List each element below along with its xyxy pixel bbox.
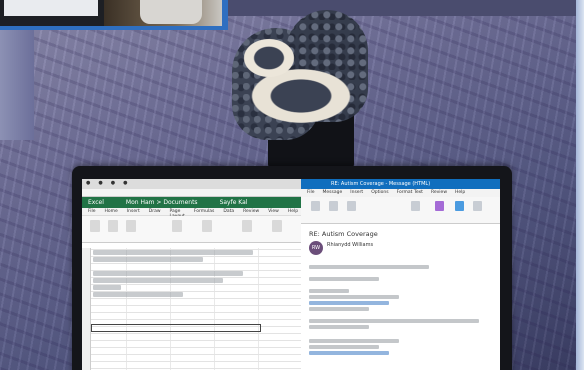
outlook-message-window: RE: Autism Coverage - Message (HTML) Fil… — [301, 179, 500, 370]
tab: ● — [98, 180, 103, 186]
paste-icon — [90, 220, 100, 232]
email-body-line — [309, 307, 369, 311]
email-body-line — [309, 295, 399, 299]
menu-item: Insert — [126, 209, 140, 214]
ribbon-icon — [108, 220, 118, 232]
email-body-line — [309, 319, 479, 323]
background-monitor-screen — [4, 0, 98, 16]
email-subject: RE: Autism Coverage — [309, 230, 378, 238]
forward-icon — [347, 201, 356, 211]
excel-title-bar: Excel Mon Ham > Documents Sayfe Kal — [82, 197, 301, 208]
cell-text — [93, 285, 121, 290]
sender-name: Rhianydd Williams — [327, 242, 374, 248]
email-body-line — [309, 277, 379, 281]
menu-item: View — [268, 209, 279, 214]
reply-icon — [329, 201, 338, 211]
menu-item: File — [307, 190, 315, 195]
menu-item: Options — [371, 190, 389, 195]
row-headers — [82, 248, 91, 370]
cell-text — [93, 278, 223, 283]
outlook-title-bar: RE: Autism Coverage - Message (HTML) — [301, 179, 500, 189]
email-body-line — [309, 345, 379, 349]
email-link-line — [309, 301, 389, 305]
onenote-icon — [435, 201, 444, 211]
menu-item: Formulas — [193, 209, 215, 214]
menu-item: Review — [430, 190, 448, 195]
ribbon-icon — [272, 220, 282, 232]
cell-text — [93, 271, 243, 276]
photo-scene: ● ● ● ● Excel Mon Ham > Documents Sayfe … — [0, 0, 584, 370]
excel-window: ● ● ● ● Excel Mon Ham > Documents Sayfe … — [82, 179, 302, 370]
ribbon-icon — [411, 201, 420, 211]
excel-ribbon — [82, 216, 301, 243]
mug — [140, 0, 202, 24]
cell-text — [93, 292, 183, 297]
email-link-line — [309, 351, 389, 355]
browser-tabs: ● ● ● ● — [82, 179, 301, 189]
laptop-screen: ● ● ● ● Excel Mon Ham > Documents Sayfe … — [82, 179, 500, 370]
translate-icon — [455, 201, 464, 211]
tab: ● — [123, 180, 128, 186]
menu-item: Message — [322, 190, 343, 195]
address-bar — [82, 189, 301, 197]
left-wall — [0, 30, 34, 140]
menu-item: Insert — [350, 190, 364, 195]
menu-item: Page Layout — [169, 209, 185, 219]
ribbon-icon — [172, 220, 182, 232]
delete-icon — [311, 201, 320, 211]
spreadsheet-grid — [82, 248, 301, 370]
cell-text — [93, 257, 203, 262]
email-body-line — [309, 289, 349, 293]
email-body-line — [309, 339, 399, 343]
menu-item: Review — [243, 209, 260, 214]
menu-item: Home — [104, 209, 118, 214]
outlook-menu: File Message Insert Options Format Text … — [301, 189, 500, 197]
excel-menu: File Home Insert Draw Page Layout Formul… — [82, 208, 301, 219]
menu-item: Data — [223, 209, 235, 214]
menu-item: File — [88, 209, 96, 214]
excel-app-title: Excel — [88, 199, 104, 206]
background-wall — [228, 0, 584, 16]
email-body-line — [309, 265, 429, 269]
excel-file-title: Mon Ham > Documents — [125, 199, 198, 206]
ribbon-icon — [202, 220, 212, 232]
right-edge-glow — [576, 0, 584, 370]
sender-avatar: RW — [309, 241, 323, 255]
menu-item: Draw — [148, 209, 161, 214]
cell-text — [93, 250, 253, 255]
slipper-fleece-lining — [240, 36, 298, 80]
outlook-ribbon — [301, 197, 500, 224]
menu-item: Help — [455, 190, 466, 195]
zoom-icon — [473, 201, 482, 211]
laptop: ● ● ● ● Excel Mon Ham > Documents Sayfe … — [72, 166, 512, 370]
ribbon-icon — [242, 220, 252, 232]
excel-user: Sayfe Kal — [219, 199, 248, 206]
selected-cell — [91, 324, 261, 332]
tab: ● — [86, 180, 91, 186]
menu-item: Help — [287, 209, 299, 214]
background-window — [0, 0, 228, 30]
tab: ● — [110, 180, 116, 186]
email-body-line — [309, 325, 369, 329]
menu-item: Format Text — [396, 190, 423, 195]
ribbon-icon — [126, 220, 136, 232]
background-monitor — [0, 0, 104, 26]
